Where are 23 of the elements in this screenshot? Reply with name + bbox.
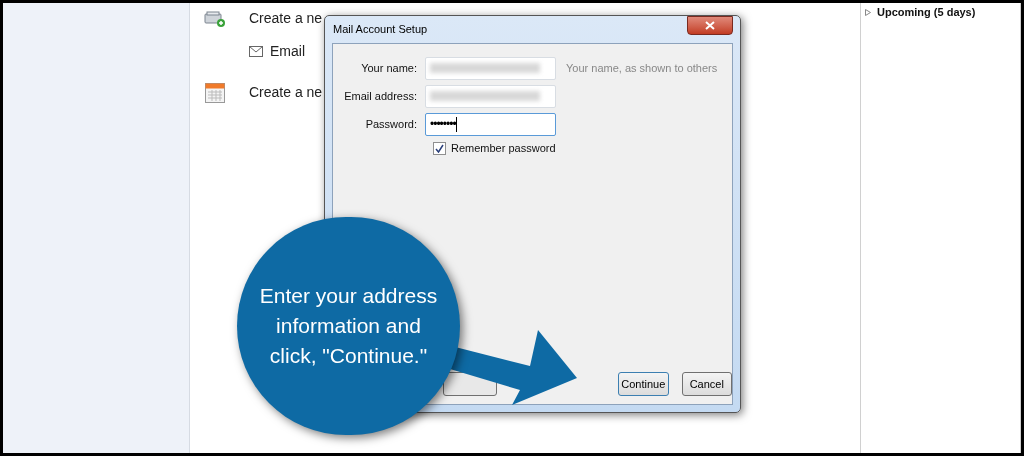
expand-icon[interactable] (865, 8, 871, 16)
input-field[interactable] (425, 56, 556, 80)
input-field[interactable] (425, 84, 556, 108)
dialog-button[interactable]: Cancel (681, 372, 732, 396)
input-field[interactable]: •••••••• (425, 112, 556, 136)
item-label[interactable]: Email (270, 41, 305, 62)
field-label: Email address: (343, 88, 418, 104)
callout-text: Enter your address information and click, "Continue." (258, 283, 439, 369)
item-label[interactable]: Create a ne (249, 8, 323, 29)
checkbox[interactable] (433, 141, 446, 155)
section-heading[interactable]: Upcoming (5 days) (877, 4, 976, 21)
envelope-icon (249, 46, 263, 57)
calendar-icon (205, 82, 225, 103)
item-label[interactable]: Create a ne (249, 82, 323, 103)
close-icon (705, 21, 715, 30)
close-button[interactable] (687, 16, 733, 35)
checkbox-label[interactable]: Remember password (451, 140, 556, 157)
field-label: Password: (364, 116, 418, 132)
window-title: Mail Account Setup (332, 22, 428, 38)
card-plus-icon (204, 10, 226, 27)
dialog-button[interactable]: Continue (618, 372, 669, 396)
field-label: Your name: (360, 60, 418, 76)
field-hint: Your name, as shown to others (566, 60, 718, 76)
